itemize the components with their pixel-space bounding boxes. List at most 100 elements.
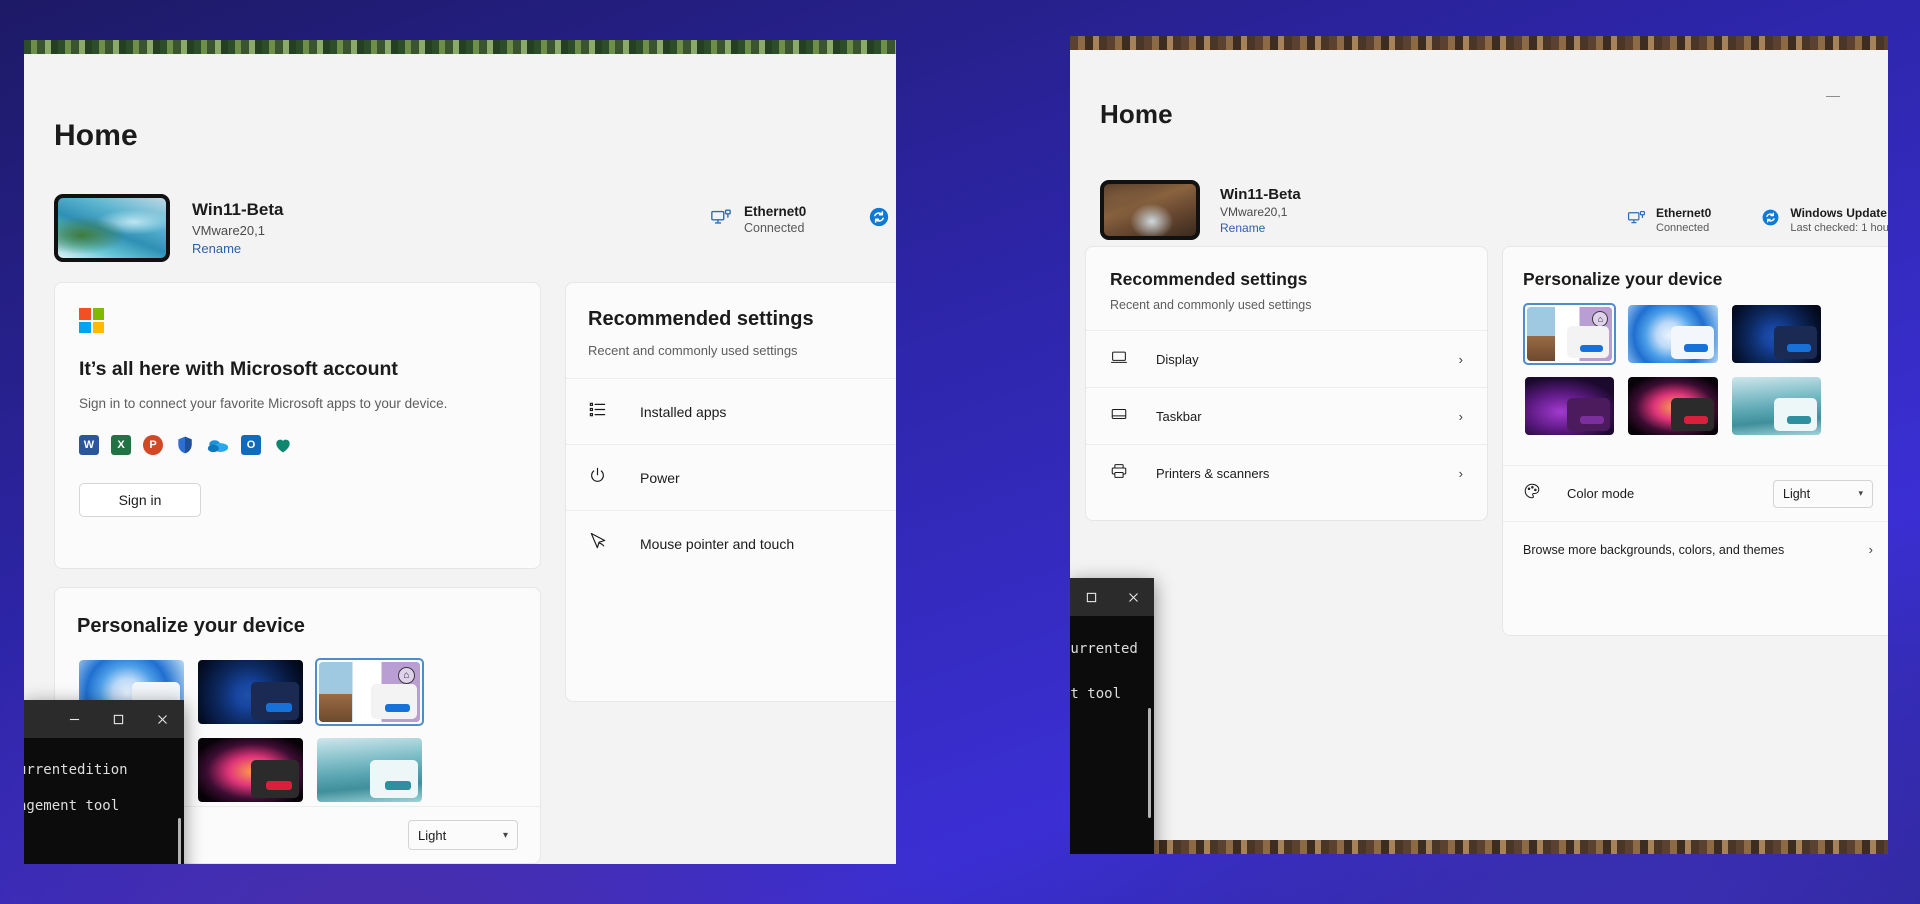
- window-wallpaper-strip-left: [24, 40, 896, 54]
- theme-thumb-bloom-light-right[interactable]: [1626, 303, 1719, 365]
- chevron-down-icon: ▾: [502, 829, 508, 841]
- color-mode-select-right[interactable]: Light ▾: [1773, 479, 1873, 508]
- account-card-subtitle-left: Sign in to connect your favorite Microso…: [79, 396, 448, 411]
- minimize-button-left[interactable]: [52, 700, 96, 738]
- status-chips-left: Ethernet0 Connected Wi Las: [710, 204, 896, 235]
- theme-thumb-captured-motion-left[interactable]: ⌂: [315, 658, 424, 726]
- outlook-icon: O: [241, 435, 261, 455]
- browse-more-themes-row-right[interactable]: Browse more backgrounds, colors, and the…: [1503, 521, 1888, 577]
- settings-window-right[interactable]: Home Win11-Beta VMware20,1 Rename Ethern…: [1070, 36, 1888, 854]
- chip-subtitle: Connected: [1656, 222, 1710, 234]
- terminal-line-1-right: currented: [1070, 641, 1138, 657]
- list-item-label: Display: [1156, 351, 1199, 367]
- window-wallpaper-strip-bottom-right: [1070, 840, 1888, 854]
- device-thumbnail-left: [54, 194, 170, 262]
- theme-grid-right: ⌂: [1523, 303, 1823, 437]
- device-thumbnail-right: [1100, 180, 1200, 240]
- windows-update-icon: [868, 206, 890, 233]
- page-title-right: Home: [1100, 99, 1173, 129]
- terminal-line-2-left: agement tool: [24, 798, 120, 814]
- recommended-item-printers-right[interactable]: Printers & scanners ›: [1086, 444, 1487, 501]
- recommended-item-installed-apps-left[interactable]: Installed apps: [566, 378, 896, 444]
- chevron-right-icon: ›: [1458, 408, 1463, 424]
- recommended-item-power-left[interactable]: Power: [566, 444, 896, 510]
- chevron-right-icon: ›: [1458, 351, 1463, 367]
- list-item-label: Taskbar: [1156, 408, 1202, 424]
- display-icon: [1110, 348, 1130, 371]
- chevron-down-icon: ▾: [1858, 488, 1863, 498]
- printer-icon: [1110, 462, 1130, 485]
- personalize-title-right: Personalize your device: [1523, 269, 1723, 289]
- taskbar-icon: [1110, 405, 1130, 428]
- browse-more-label-right: Browse more backgrounds, colors, and the…: [1523, 542, 1785, 557]
- device-name-left: Win11-Beta: [192, 200, 284, 219]
- terminal-window-left[interactable]: urrentedition agement tool: [24, 700, 184, 864]
- personalize-title-left: Personalize your device: [77, 615, 305, 637]
- chip-title: Ethernet0: [744, 204, 807, 219]
- installed-apps-icon: [588, 400, 610, 424]
- recommended-settings-card-left: Recommended settings Recent and commonly…: [565, 282, 896, 702]
- recommended-settings-card-right: Recommended settings Recent and commonly…: [1085, 246, 1488, 521]
- terminal-titlebar-right[interactable]: [1070, 578, 1154, 616]
- maximize-button-right[interactable]: [1070, 578, 1112, 616]
- status-chip-ethernet-left[interactable]: Ethernet0 Connected: [710, 204, 806, 235]
- page-title-left: Home: [54, 119, 138, 152]
- recommended-item-taskbar-right[interactable]: Taskbar ›: [1086, 387, 1487, 444]
- recommended-title-left: Recommended settings: [588, 308, 814, 330]
- device-rename-link-left[interactable]: Rename: [192, 241, 283, 256]
- microsoft-health-icon: [273, 435, 293, 455]
- recommended-item-display-right[interactable]: Display ›: [1086, 330, 1487, 387]
- status-chips-right: Ethernet0 Connected Windows Update Last …: [1627, 206, 1888, 234]
- terminal-titlebar-left[interactable]: [24, 700, 184, 738]
- maximize-button-left[interactable]: [96, 700, 140, 738]
- device-model-left: VMware20,1: [192, 223, 265, 238]
- terminal-scrollbar-left[interactable]: [178, 818, 181, 864]
- device-name-right: Win11-Beta: [1220, 185, 1301, 203]
- minimize-affordance-right[interactable]: [1826, 96, 1840, 97]
- personalize-card-right: Personalize your device ⌂ Color mode Lig…: [1502, 246, 1888, 636]
- device-model-right: VMware20,1: [1220, 204, 1288, 219]
- theme-thumb-flow-left[interactable]: [196, 736, 305, 804]
- theme-sync-badge-left: ⌂: [398, 667, 415, 684]
- list-item-label: Printers & scanners: [1156, 465, 1270, 481]
- theme-thumb-bloom-dark-right[interactable]: [1730, 303, 1823, 365]
- settings-window-left[interactable]: Home Win11-Beta VMware20,1 Rename Ethern…: [24, 40, 896, 864]
- chip-title: Windows Update: [1790, 206, 1887, 220]
- status-chip-ethernet-right[interactable]: Ethernet0 Connected: [1627, 206, 1711, 234]
- power-icon: [588, 466, 610, 490]
- close-button-right[interactable]: [1112, 578, 1154, 616]
- close-button-left[interactable]: [140, 700, 184, 738]
- color-mode-select-left[interactable]: Light ▾: [408, 820, 518, 850]
- recommended-item-mouse-pointer-left[interactable]: Mouse pointer and touch: [566, 510, 896, 576]
- theme-thumb-captured-motion-right[interactable]: ⌂: [1523, 303, 1617, 365]
- recommended-subtitle-left: Recent and commonly used settings: [588, 343, 798, 358]
- ethernet-icon: [710, 206, 732, 233]
- chevron-right-icon: ›: [1458, 465, 1463, 481]
- palette-icon: [1523, 482, 1543, 505]
- powerpoint-icon: P: [143, 435, 163, 455]
- status-chip-windows-update-left[interactable]: Wi Las: [868, 204, 896, 235]
- theme-thumb-flow-right[interactable]: [1626, 375, 1719, 437]
- terminal-scrollbar-right[interactable]: [1148, 708, 1151, 818]
- color-mode-label-right: Color mode: [1567, 486, 1635, 501]
- theme-thumb-sunrise-left[interactable]: [315, 736, 424, 804]
- theme-thumb-bloom-dark-left[interactable]: [196, 658, 305, 726]
- color-mode-row-right[interactable]: Color mode Light ▾: [1503, 465, 1888, 521]
- word-icon: W: [79, 435, 99, 455]
- device-rename-link-right[interactable]: Rename: [1220, 221, 1301, 235]
- theme-thumb-sunrise-right[interactable]: [1730, 375, 1823, 437]
- list-item-label: Mouse pointer and touch: [640, 535, 795, 552]
- terminal-window-right[interactable]: currented nt tool: [1070, 578, 1154, 854]
- recommended-subtitle-right: Recent and commonly used settings: [1110, 298, 1312, 312]
- ethernet-icon: [1627, 208, 1646, 232]
- sign-in-button-left[interactable]: Sign in: [79, 483, 201, 517]
- status-chip-windows-update-right[interactable]: Windows Update Last checked: 1 hour ago: [1761, 206, 1888, 234]
- mouse-pointer-icon: [588, 531, 610, 556]
- theme-thumb-glow-right[interactable]: [1523, 375, 1616, 437]
- color-mode-value-left: Light: [418, 827, 447, 843]
- window-wallpaper-strip-right: [1070, 36, 1888, 50]
- chevron-right-icon: ›: [1868, 542, 1873, 557]
- chip-subtitle: Last checked: 1 hour ago: [1790, 222, 1888, 234]
- windows-update-icon: [1761, 208, 1780, 232]
- excel-icon: X: [111, 435, 131, 455]
